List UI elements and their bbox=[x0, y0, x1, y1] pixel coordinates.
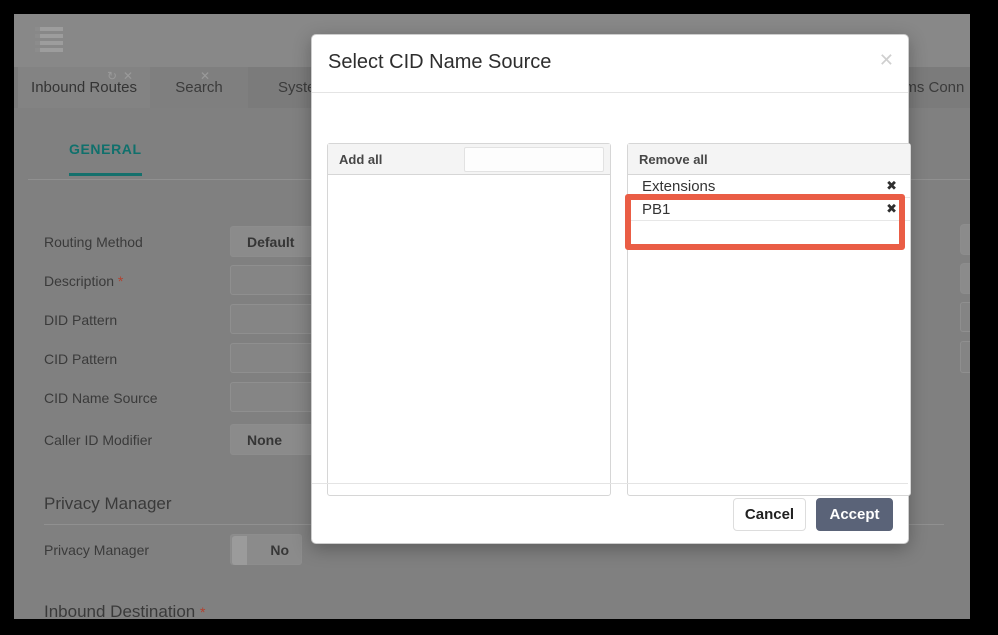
tab-general[interactable]: GENERAL bbox=[69, 141, 142, 176]
remove-all-button[interactable]: Remove all bbox=[628, 152, 708, 167]
selected-panel-header: Remove all bbox=[628, 144, 910, 175]
accept-button[interactable]: Accept bbox=[816, 498, 893, 531]
available-panel-header: Add all bbox=[328, 144, 610, 175]
search-input[interactable] bbox=[464, 147, 604, 172]
dialog-header: Select CID Name Source ✕ bbox=[312, 35, 908, 93]
selected-items-list: Extensions ✖ PB1 ✖ bbox=[628, 175, 910, 221]
label-cid-pattern: CID Pattern bbox=[44, 351, 118, 367]
tab-inbound-routes[interactable]: ↻ ✕ Inbound Routes bbox=[18, 67, 150, 108]
dialog-title: Select CID Name Source bbox=[328, 51, 552, 73]
add-all-button[interactable]: Add all bbox=[328, 152, 382, 167]
close-icon[interactable]: ✕ bbox=[879, 51, 894, 69]
section-inbound-destination: Inbound Destination * bbox=[44, 602, 944, 619]
label-privacy-manager: Privacy Manager bbox=[44, 542, 150, 558]
right-button-default[interactable]: De bbox=[960, 263, 970, 294]
remove-x-icon[interactable]: ✖ bbox=[886, 201, 897, 217]
dialog-body: Add all Remove all Extensions ✖ PB1 ✖ bbox=[312, 94, 911, 496]
cancel-button[interactable]: Cancel bbox=[733, 498, 806, 531]
hamburger-menu-icon[interactable] bbox=[35, 27, 63, 52]
required-marker: * bbox=[199, 604, 206, 619]
list-item-label: Extensions bbox=[642, 177, 716, 195]
available-sources-panel: Add all bbox=[327, 143, 611, 496]
close-icon[interactable]: ✕ bbox=[123, 69, 133, 83]
select-cid-name-source-dialog: Select CID Name Source ✕ Add all Remove … bbox=[311, 34, 911, 544]
list-item-label: PB1 bbox=[642, 200, 671, 218]
right-input-field[interactable] bbox=[960, 302, 970, 332]
right-toggle-field[interactable] bbox=[960, 341, 970, 373]
list-item[interactable]: Extensions ✖ bbox=[628, 175, 910, 198]
screenshot-frame: Search ↻ ✕ Inbound Routes ✕ Search Syste… bbox=[0, 0, 998, 635]
refresh-icon[interactable]: ↻ bbox=[107, 69, 117, 83]
label-cid-name-source: CID Name Source bbox=[44, 390, 158, 406]
label-caller-id-modifier: Caller ID Modifier bbox=[44, 432, 153, 448]
tab-inbound-routes-label: Inbound Routes bbox=[31, 79, 137, 96]
selected-sources-panel: Remove all Extensions ✖ PB1 ✖ bbox=[627, 143, 911, 496]
label-routing-method: Routing Method bbox=[44, 234, 143, 250]
label-did-pattern: DID Pattern bbox=[44, 312, 118, 328]
label-description: Description * bbox=[44, 273, 124, 289]
close-icon[interactable]: ✕ bbox=[200, 69, 210, 83]
toggle-privacy-manager[interactable]: No bbox=[230, 534, 302, 565]
list-item[interactable]: PB1 ✖ bbox=[628, 198, 910, 221]
dialog-footer: Cancel Accept bbox=[312, 483, 908, 543]
required-marker: * bbox=[117, 273, 124, 289]
right-button-enabled[interactable]: En bbox=[960, 224, 970, 255]
tab-search[interactable]: ✕ Search bbox=[150, 67, 248, 108]
remove-x-icon[interactable]: ✖ bbox=[886, 178, 897, 194]
